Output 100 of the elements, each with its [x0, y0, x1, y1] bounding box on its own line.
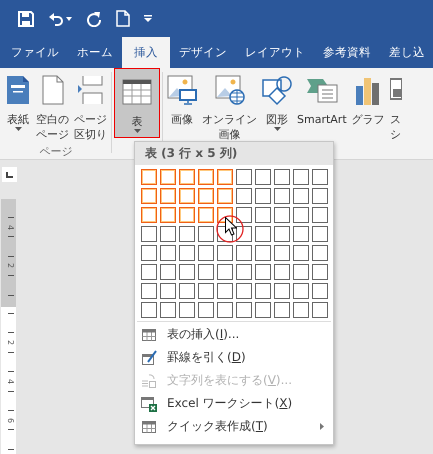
grid-cell[interactable] — [293, 245, 309, 261]
menu-item[interactable]: クイック表作成(T) — [135, 415, 333, 438]
grid-cell[interactable] — [198, 245, 214, 261]
grid-cell[interactable] — [160, 245, 176, 261]
new-document-icon[interactable] — [116, 10, 130, 28]
grid-cell[interactable] — [217, 264, 233, 280]
grid-cell[interactable] — [274, 302, 290, 318]
grid-cell[interactable] — [179, 302, 195, 318]
grid-cell[interactable] — [312, 264, 328, 280]
grid-cell[interactable] — [198, 264, 214, 280]
ribbon-button[interactable]: 画像 — [165, 68, 199, 144]
grid-cell[interactable] — [293, 188, 309, 204]
grid-cell[interactable] — [312, 169, 328, 185]
caret-icon[interactable] — [66, 16, 72, 21]
grid-cell[interactable] — [255, 226, 271, 242]
grid-cell[interactable] — [312, 226, 328, 242]
grid-cell[interactable] — [198, 283, 214, 299]
grid-cell[interactable] — [236, 245, 252, 261]
grid-cell[interactable] — [198, 226, 214, 242]
grid-cell[interactable] — [236, 207, 252, 223]
grid-cell[interactable] — [141, 264, 157, 280]
grid-cell[interactable] — [255, 302, 271, 318]
grid-cell[interactable] — [141, 245, 157, 261]
grid-cell[interactable] — [293, 226, 309, 242]
grid-cell[interactable] — [274, 283, 290, 299]
grid-cell[interactable] — [236, 302, 252, 318]
ribbon-tab[interactable]: ファイル — [2, 37, 68, 68]
grid-cell[interactable] — [236, 264, 252, 280]
grid-cell[interactable] — [255, 283, 271, 299]
grid-cell[interactable] — [274, 264, 290, 280]
ribbon-button[interactable]: ページ 区切り — [72, 68, 109, 144]
grid-cell[interactable] — [160, 283, 176, 299]
grid-cell[interactable] — [236, 283, 252, 299]
grid-cell[interactable] — [179, 207, 195, 223]
grid-cell[interactable] — [274, 207, 290, 223]
ribbon-button[interactable]: 表紙 — [3, 68, 33, 144]
grid-cell[interactable] — [179, 264, 195, 280]
ribbon-button[interactable]: 表 — [114, 68, 160, 138]
grid-cell[interactable] — [179, 245, 195, 261]
grid-cell[interactable] — [179, 226, 195, 242]
grid-cell[interactable] — [217, 169, 233, 185]
ribbon-tab[interactable]: デザイン — [170, 37, 236, 68]
ribbon-tab[interactable]: 差し込 — [380, 37, 433, 68]
grid-cell[interactable] — [274, 169, 290, 185]
redo-icon[interactable] — [86, 10, 102, 27]
ribbon-button[interactable]: ス シ — [388, 68, 404, 144]
grid-cell[interactable] — [160, 226, 176, 242]
menu-item[interactable]: Excel ワークシート(X) — [135, 392, 333, 415]
grid-cell[interactable] — [198, 207, 214, 223]
menu-item[interactable]: 罫線を引く(D) — [135, 346, 333, 369]
grid-cell[interactable] — [160, 264, 176, 280]
grid-cell[interactable] — [255, 188, 271, 204]
grid-cell[interactable] — [293, 169, 309, 185]
grid-cell[interactable] — [293, 302, 309, 318]
grid-cell[interactable] — [141, 169, 157, 185]
ribbon-tab[interactable]: 参考資料 — [314, 37, 380, 68]
grid-cell[interactable] — [312, 188, 328, 204]
customize-icon[interactable] — [144, 15, 152, 22]
grid-cell[interactable] — [198, 169, 214, 185]
grid-cell[interactable] — [274, 188, 290, 204]
grid-cell[interactable] — [141, 188, 157, 204]
grid-cell[interactable] — [141, 302, 157, 318]
menu-item[interactable]: 表の挿入(I)... — [135, 323, 333, 346]
ribbon-tab[interactable]: レイアウト — [236, 37, 314, 68]
grid-cell[interactable] — [274, 245, 290, 261]
grid-cell[interactable] — [198, 188, 214, 204]
grid-cell[interactable] — [236, 169, 252, 185]
grid-cell[interactable] — [312, 302, 328, 318]
grid-cell[interactable] — [179, 283, 195, 299]
save-icon[interactable] — [18, 10, 34, 27]
ribbon-button[interactable]: グラフ — [350, 68, 387, 144]
grid-cell[interactable] — [217, 245, 233, 261]
grid-cell[interactable] — [274, 226, 290, 242]
grid-cell[interactable] — [255, 245, 271, 261]
grid-cell[interactable] — [255, 169, 271, 185]
grid-cell[interactable] — [312, 283, 328, 299]
grid-cell[interactable] — [160, 207, 176, 223]
grid-cell[interactable] — [160, 302, 176, 318]
grid-cell[interactable] — [141, 226, 157, 242]
grid-cell[interactable] — [160, 169, 176, 185]
grid-cell[interactable] — [255, 207, 271, 223]
tab-stop-icon[interactable] — [2, 166, 17, 182]
grid-cell[interactable] — [312, 207, 328, 223]
ribbon-button[interactable]: 図形 — [260, 68, 294, 144]
grid-cell[interactable] — [293, 264, 309, 280]
ribbon-tab[interactable]: 挿入 — [122, 37, 170, 68]
grid-cell[interactable] — [217, 283, 233, 299]
undo-icon[interactable] — [48, 10, 64, 27]
grid-cell[interactable] — [312, 245, 328, 261]
grid-cell[interactable] — [179, 169, 195, 185]
grid-cell[interactable] — [198, 302, 214, 318]
grid-cell[interactable] — [255, 264, 271, 280]
grid-cell[interactable] — [217, 188, 233, 204]
grid-cell[interactable] — [141, 283, 157, 299]
ribbon-button[interactable]: SmartArt — [295, 68, 349, 144]
grid-cell[interactable] — [217, 302, 233, 318]
grid-cell[interactable] — [160, 188, 176, 204]
grid-cell[interactable] — [141, 207, 157, 223]
grid-cell[interactable] — [293, 207, 309, 223]
ribbon-button[interactable]: 空白の ページ — [34, 68, 71, 144]
